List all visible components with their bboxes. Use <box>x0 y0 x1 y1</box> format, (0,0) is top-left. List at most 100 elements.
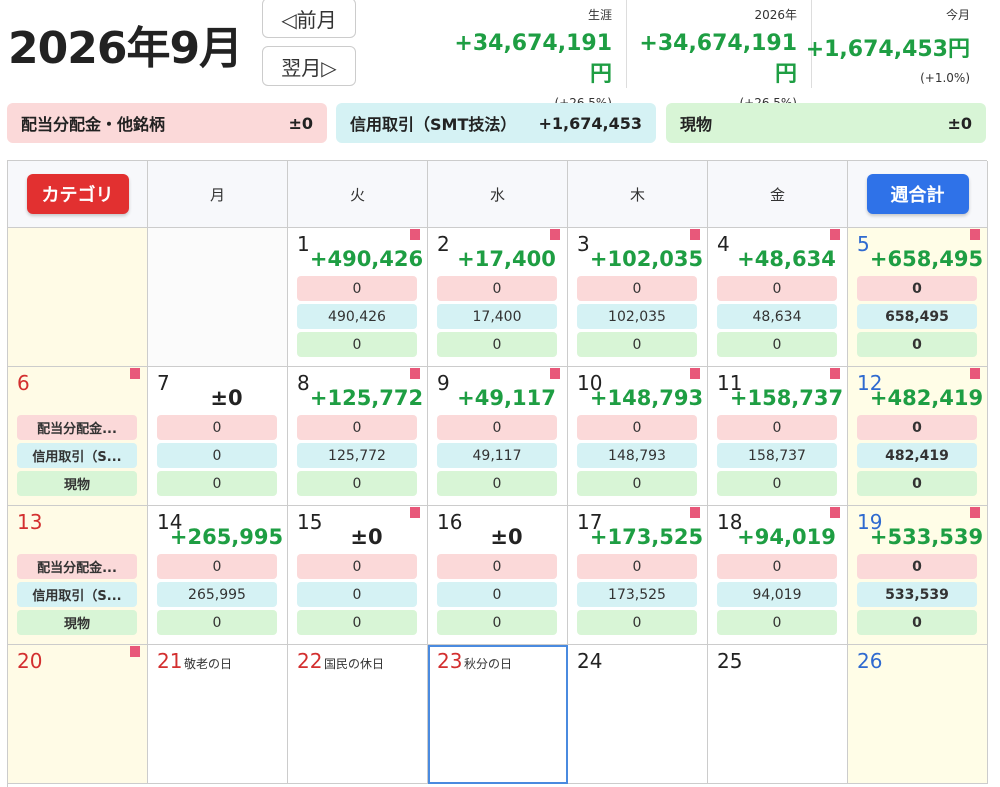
day-cell[interactable]: 10 +148,793 0 148,793 0 <box>568 367 708 506</box>
memo-flag-icon[interactable] <box>130 646 140 657</box>
category-value-pill: 0 <box>857 554 977 579</box>
category-value-pill: 0 <box>437 332 557 357</box>
memo-flag-icon[interactable] <box>970 368 980 379</box>
category-value: ±0 <box>288 113 313 133</box>
day-number: 20 <box>17 649 43 673</box>
header-weekly-cell: 週合計 <box>848 161 988 228</box>
memo-flag-icon[interactable] <box>970 507 980 518</box>
summary-percent: (+1.0%) <box>920 71 970 85</box>
category-value-pill: 0 <box>157 610 277 635</box>
category-value-pill: 0 <box>717 415 837 440</box>
category-value-pill: 0 <box>437 276 557 301</box>
memo-flag-icon[interactable] <box>830 368 840 379</box>
category-value-pill: 0 <box>297 582 417 607</box>
weekly-total-button[interactable]: 週合計 <box>866 174 969 214</box>
day-cell[interactable]: 26 <box>848 645 988 784</box>
category-value-pill: 49,117 <box>437 443 557 468</box>
weekday-header: 金 <box>708 161 848 228</box>
day-cell[interactable]: 2 +17,400 0 17,400 0 <box>428 228 568 367</box>
day-cell[interactable]: 9 +49,117 0 49,117 0 <box>428 367 568 506</box>
category-row-label: 信用取引（S... <box>17 443 137 468</box>
day-cell[interactable]: 12 +482,419 0 482,419 0 <box>848 367 988 506</box>
category-value-pill: 0 <box>717 276 837 301</box>
memo-flag-icon[interactable] <box>410 229 420 240</box>
category-button[interactable]: カテゴリ <box>26 174 129 214</box>
day-cell[interactable]: 19 +533,539 0 533,539 0 <box>848 506 988 645</box>
category-row-label: 現物 <box>17 610 137 635</box>
category-dividend[interactable]: 配当分配金・他銘柄 ±0 <box>7 103 327 143</box>
memo-flag-icon[interactable] <box>690 368 700 379</box>
memo-flag-icon[interactable] <box>130 368 140 379</box>
day-number: 6 <box>17 371 30 395</box>
day-cell[interactable]: 25 <box>708 645 848 784</box>
category-spot[interactable]: 現物 ±0 <box>666 103 986 143</box>
day-cell[interactable]: 14 +265,995 0 265,995 0 <box>148 506 288 645</box>
category-value-pill: 125,772 <box>297 443 417 468</box>
memo-flag-icon[interactable] <box>550 229 560 240</box>
empty-day-cell[interactable] <box>148 228 288 367</box>
category-value-pill: 0 <box>857 415 977 440</box>
category-margin[interactable]: 信用取引（SMT技法） +1,674,453 <box>336 103 656 143</box>
day-total: +265,995 <box>169 525 284 549</box>
empty-day-cell[interactable] <box>8 228 148 367</box>
memo-flag-icon[interactable] <box>550 368 560 379</box>
summary-label: 2026年 <box>754 8 797 22</box>
day-cell[interactable]: 13 配当分配金... 信用取引（S... 現物 <box>8 506 148 645</box>
category-value-pill: 102,035 <box>577 304 697 329</box>
memo-flag-icon[interactable] <box>690 229 700 240</box>
day-cell[interactable]: 7 ±0 0 0 0 <box>148 367 288 506</box>
summary-lifetime: 生涯 +34,674,191円 (+26.5%) <box>438 0 626 110</box>
day-cell[interactable]: 16 ±0 0 0 0 <box>428 506 568 645</box>
day-cell[interactable]: 6 配当分配金... 信用取引（S... 現物 <box>8 367 148 506</box>
day-cell[interactable]: 3 +102,035 0 102,035 0 <box>568 228 708 367</box>
day-cell[interactable]: 11 +158,737 0 158,737 0 <box>708 367 848 506</box>
day-cell[interactable]: 17 +173,525 0 173,525 0 <box>568 506 708 645</box>
category-row-label: 現物 <box>17 471 137 496</box>
day-cell[interactable]: 18 +94,019 0 94,019 0 <box>708 506 848 645</box>
category-value-pill: 94,019 <box>717 582 837 607</box>
day-number: 26 <box>857 649 883 673</box>
summary-label: 生涯 <box>587 8 612 22</box>
day-total: +102,035 <box>589 247 704 271</box>
category-value-pill: 173,525 <box>577 582 697 607</box>
category-value-pill: 0 <box>577 415 697 440</box>
category-name: 信用取引（SMT技法） <box>350 115 517 134</box>
day-cell[interactable]: 20 <box>8 645 148 784</box>
day-total: +490,426 <box>309 247 424 271</box>
category-value-pill: 490,426 <box>297 304 417 329</box>
memo-flag-icon[interactable] <box>690 507 700 518</box>
category-value-pill: 0 <box>577 276 697 301</box>
summary-value: +1,674,453円 <box>805 37 970 62</box>
day-total: +173,525 <box>589 525 704 549</box>
day-cell[interactable]: 22 国民の休日 <box>288 645 428 784</box>
header-category-cell: カテゴリ <box>8 161 148 228</box>
day-number: 25 <box>717 649 743 673</box>
day-total: +482,419 <box>869 386 984 410</box>
weekday-header: 水 <box>428 161 568 228</box>
day-cell[interactable]: 21 敬老の日 <box>148 645 288 784</box>
category-value-pill: 0 <box>577 554 697 579</box>
day-cell[interactable]: 15 ±0 0 0 0 <box>288 506 428 645</box>
day-total: +658,495 <box>869 247 984 271</box>
memo-flag-icon[interactable] <box>410 507 420 518</box>
day-cell[interactable]: 8 +125,772 0 125,772 0 <box>288 367 428 506</box>
memo-flag-icon[interactable] <box>410 368 420 379</box>
day-cell[interactable]: 24 <box>568 645 708 784</box>
calendar-grid: カテゴリ 月 火 水 木 金 週合計 1 +490,426 0 490,426 0 2 +1… <box>7 160 988 787</box>
day-cell[interactable]: 5 +658,495 0 658,495 0 <box>848 228 988 367</box>
day-total: +49,117 <box>457 386 556 410</box>
memo-flag-icon[interactable] <box>830 507 840 518</box>
day-cell[interactable]: 23 秋分の日 <box>428 645 568 784</box>
category-value-pill: 0 <box>297 471 417 496</box>
summary-value: +34,674,191円 <box>639 31 797 87</box>
day-cell[interactable]: 4 +48,634 0 48,634 0 <box>708 228 848 367</box>
category-value-pill: 0 <box>297 610 417 635</box>
prev-month-button[interactable]: ◁前月 <box>262 0 356 38</box>
day-cell[interactable]: 1 +490,426 0 490,426 0 <box>288 228 428 367</box>
category-value-pill: 0 <box>437 582 557 607</box>
category-row-label: 信用取引（S... <box>17 582 137 607</box>
day-number: 13 <box>17 510 43 534</box>
next-month-button[interactable]: 翌月▷ <box>262 46 356 86</box>
memo-flag-icon[interactable] <box>970 229 980 240</box>
memo-flag-icon[interactable] <box>830 229 840 240</box>
